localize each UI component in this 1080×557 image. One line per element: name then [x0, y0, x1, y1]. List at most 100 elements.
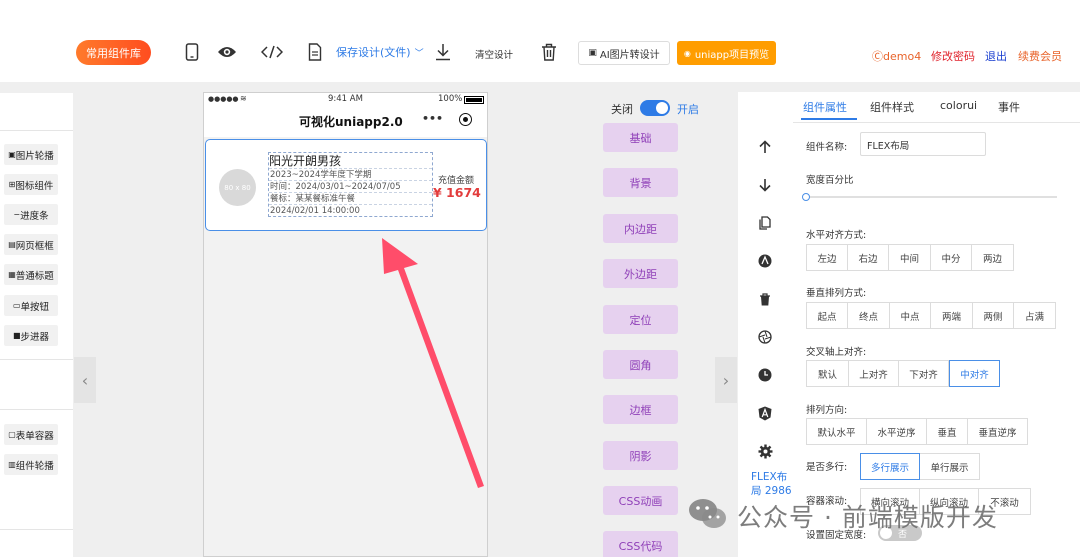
- direction-row[interactable]: 默认水平: [806, 418, 867, 445]
- cross-align-top[interactable]: 上对齐: [848, 360, 899, 387]
- component-progress[interactable]: − 进度条: [4, 204, 58, 225]
- direction-row-reverse[interactable]: 水平逆序: [866, 418, 927, 445]
- component-carousel[interactable]: ▥ 组件轮播: [4, 454, 58, 475]
- enable-toggle[interactable]: [640, 100, 670, 116]
- code-icon[interactable]: [261, 41, 283, 63]
- direction-column-reverse[interactable]: 垂直逆序: [967, 418, 1028, 445]
- download-icon[interactable]: [432, 41, 454, 63]
- toggle-off-label: 关闭: [611, 103, 633, 116]
- eye-icon[interactable]: [216, 41, 238, 63]
- style-basic-button[interactable]: 基础: [603, 123, 678, 152]
- h-align-center[interactable]: 中间: [888, 244, 931, 271]
- direction-column[interactable]: 垂直: [926, 418, 968, 445]
- clock-icon[interactable]: [755, 365, 775, 385]
- mobile-icon[interactable]: [181, 41, 203, 63]
- amount-value: ¥ 1674: [433, 185, 481, 200]
- component-webframe[interactable]: ▤ 网页框框: [4, 234, 58, 255]
- component-stepper[interactable]: ■ 步进器: [4, 325, 58, 346]
- tab-colorui[interactable]: colorui: [940, 99, 977, 112]
- save-design-label: 保存设计(文件): [336, 46, 411, 59]
- ai-image-to-design-button[interactable]: ▣ AI图片转设计: [578, 41, 670, 65]
- flex-card[interactable]: 80 x 80 阳光开朗男孩 2023~2024学年度下学期 时间：2024/0…: [205, 139, 487, 231]
- more-icon[interactable]: •••: [422, 112, 443, 125]
- h-align-left[interactable]: 左边: [806, 244, 848, 271]
- apps-icon: ▦: [8, 270, 16, 279]
- wrap-multi-line[interactable]: 多行展示: [860, 453, 920, 480]
- active-tab-indicator: [801, 118, 857, 120]
- tool-column: FLEX布 局 2986: [738, 92, 793, 557]
- renew-link[interactable]: 续费会员: [1018, 48, 1062, 64]
- v-align-stretch[interactable]: 占满: [1013, 302, 1056, 329]
- wechat-icon: [688, 497, 728, 531]
- component-title[interactable]: ▦ 普通标题: [4, 264, 58, 285]
- tab-component-props[interactable]: 组件属性: [803, 99, 847, 115]
- angular-icon[interactable]: [755, 403, 775, 423]
- style-background-button[interactable]: 背景: [603, 168, 678, 197]
- user-name[interactable]: Ⓒdemo4: [872, 48, 921, 64]
- tab-component-style[interactable]: 组件样式: [870, 99, 914, 115]
- card-term: 2023~2024学年度下学期: [269, 169, 432, 181]
- v-align-end[interactable]: 终点: [847, 302, 890, 329]
- nav-bar: 可视化uniapp2.0 •••: [204, 107, 487, 137]
- style-padding-button[interactable]: 内边距: [603, 214, 678, 243]
- width-slider-track[interactable]: [806, 196, 1057, 198]
- v-align-center[interactable]: 中点: [889, 302, 931, 329]
- style-shadow-button[interactable]: 阴影: [603, 441, 678, 470]
- component-id-line1: FLEX布: [751, 471, 788, 483]
- component-form-container[interactable]: ▢ 表单容器: [4, 424, 58, 445]
- button-icon: ▭: [12, 301, 21, 310]
- user-name-label: demo4: [883, 50, 922, 63]
- file-icon[interactable]: [304, 41, 326, 63]
- component-icon[interactable]: ⊞ 图标组件: [4, 174, 58, 195]
- form-icon: ▢: [8, 430, 16, 439]
- component-label: 进度条: [20, 210, 49, 222]
- h-align-around[interactable]: 两边: [971, 244, 1014, 271]
- v-align-between[interactable]: 两端: [930, 302, 973, 329]
- v-align-start[interactable]: 起点: [806, 302, 848, 329]
- compass-icon[interactable]: [755, 251, 775, 271]
- style-radius-button[interactable]: 圆角: [603, 350, 678, 379]
- cross-align-default[interactable]: 默认: [806, 360, 849, 387]
- image-icon: ▣: [8, 150, 16, 159]
- grid-icon: ⊞: [8, 180, 16, 189]
- card-date: 2024/02/01 14:00:00: [270, 206, 360, 216]
- arrow-down-icon[interactable]: [755, 175, 775, 195]
- card-time: 时间：2024/03/01~2024/07/05: [269, 181, 432, 193]
- uniapp-preview-button[interactable]: ◉ uniapp项目预览: [677, 41, 776, 65]
- tab-events[interactable]: 事件: [998, 99, 1020, 115]
- divider: [0, 409, 73, 410]
- capsule-close-icon[interactable]: [459, 113, 472, 126]
- style-css-code-button[interactable]: CSS代码: [603, 531, 678, 557]
- collapse-left-arrow-icon[interactable]: ‹: [74, 357, 96, 403]
- cross-align-bottom[interactable]: 下对齐: [898, 360, 949, 387]
- h-align-between[interactable]: 中分: [930, 244, 972, 271]
- wrap-single-line[interactable]: 单行展示: [919, 453, 980, 480]
- component-name-input[interactable]: FLEX布局: [860, 132, 986, 156]
- style-border-button[interactable]: 边框: [603, 395, 678, 424]
- change-password-link[interactable]: 修改密码: [931, 48, 975, 64]
- arrow-up-icon[interactable]: [755, 137, 775, 157]
- v-align-around[interactable]: 两侧: [972, 302, 1014, 329]
- logout-link[interactable]: 退出: [985, 48, 1007, 64]
- component-label: 步进器: [20, 331, 50, 343]
- width-slider-handle[interactable]: [802, 193, 810, 201]
- collapse-right-arrow-icon[interactable]: ›: [715, 357, 737, 403]
- trash-icon[interactable]: [538, 41, 560, 63]
- component-image-carousel[interactable]: ▣ 图片轮播: [4, 144, 58, 165]
- common-components-button[interactable]: 常用组件库: [76, 40, 151, 65]
- save-design-dropdown[interactable]: 保存设计(文件) ﹀: [336, 44, 424, 60]
- component-id-label: FLEX布 局 2986: [751, 470, 792, 498]
- h-align-right[interactable]: 右边: [847, 244, 889, 271]
- component-button[interactable]: ▭ 单按钮: [4, 295, 58, 316]
- clear-design-button[interactable]: 清空设计: [475, 47, 513, 61]
- style-margin-button[interactable]: 外边距: [603, 259, 678, 288]
- signal-indicator: ●●●●●: [208, 95, 239, 103]
- trash-icon[interactable]: [755, 289, 775, 309]
- style-css-animation-button[interactable]: CSS动画: [603, 486, 678, 515]
- copy-icon[interactable]: [755, 213, 775, 233]
- toggle-on-label: 开启: [677, 103, 699, 116]
- gear-icon[interactable]: [755, 441, 775, 461]
- aperture-icon[interactable]: [755, 327, 775, 347]
- cross-align-center[interactable]: 中对齐: [949, 360, 1000, 387]
- style-position-button[interactable]: 定位: [603, 305, 678, 334]
